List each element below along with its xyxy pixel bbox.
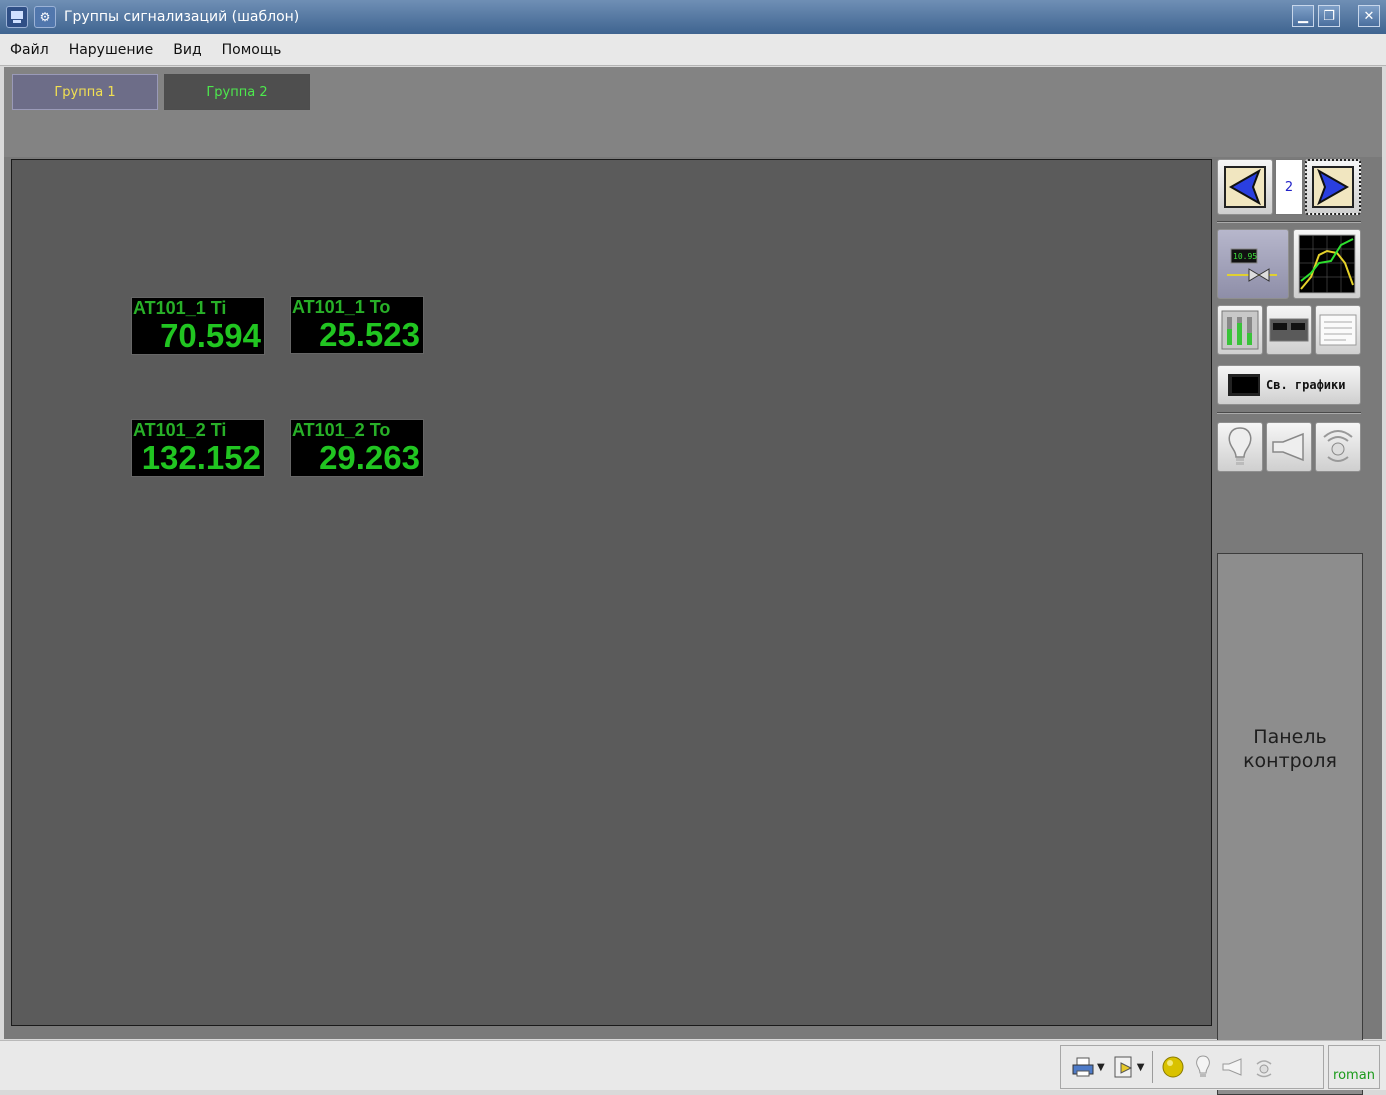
indicator-value: 70.594 [160,317,261,354]
indicator-label: AT101_2 Ti [133,420,227,440]
indicator-at101-2-to[interactable]: AT101_2 To 29.263 [290,419,424,477]
indicator-label: AT101_2 To [292,420,391,440]
window-title: Группы сигнализаций (шаблон) [64,9,300,25]
arrow-right-icon [1312,166,1354,208]
group-view-button[interactable] [1266,305,1312,355]
window-menu-icon[interactable]: ⚙ [34,6,56,28]
menu-violation[interactable]: Нарушение [69,42,154,58]
mini-display-value: 10.95 [1233,252,1257,261]
indicator-label: AT101_1 Ti [133,298,227,318]
menu-view[interactable]: Вид [173,42,201,58]
sound-icon [1323,430,1353,462]
print-button[interactable]: ▼ [1071,1056,1105,1078]
control-panel-label: Панель контроля [1243,726,1337,772]
trend-display-icon [1228,374,1260,396]
maximize-button[interactable]: ❐ [1318,5,1340,27]
panel-view-button[interactable] [1217,305,1263,355]
status-tools: ▼ ▼ [1060,1045,1324,1089]
work-area: Группа 1 Группа 2 AT101_1 Ti 70.594 AT10… [4,67,1382,1095]
quittance-horn-button[interactable] [1266,422,1312,472]
export-doc-icon [1114,1056,1132,1078]
tab-group-1[interactable]: Группа 1 [12,74,158,110]
horn-icon[interactable] [1221,1057,1245,1077]
page-number: 2 [1275,159,1303,215]
indicator-value: 132.152 [141,439,261,476]
chevron-down-icon[interactable]: ▼ [1137,1062,1145,1073]
indicator-at101-2-ti[interactable]: AT101_2 Ti 132.152 [131,419,265,477]
trend-view-button[interactable] [1293,229,1361,299]
mnemo-view-button[interactable]: 10.95 [1217,229,1289,299]
quittance-sound-button[interactable] [1315,422,1361,472]
trend-chart-icon [1298,234,1356,294]
prev-page-button[interactable] [1217,159,1273,215]
light-bulb-icon [1228,427,1252,465]
separator [1152,1051,1154,1083]
quittance-light-button[interactable] [1217,422,1263,472]
alarm-status-lamp-icon [1162,1056,1184,1078]
trends-button[interactable]: Св. графики [1217,365,1361,405]
indicator-at101-1-ti[interactable]: AT101_1 Ti 70.594 [131,297,265,355]
separator [1217,412,1361,414]
control-panel-area: Панель контроля [1217,553,1363,1095]
menu-file[interactable]: Файл [10,42,49,58]
mnemo-scheme-icon: 10.95 [1227,248,1277,282]
mnemo-scheme: AT101_1 Ti 70.594 AT101_1 To 25.523 AT10… [11,159,1212,1026]
user-name: roman [1333,1067,1375,1083]
document-view-button[interactable] [1315,305,1361,355]
printer-icon [1072,1057,1094,1077]
right-panel: 2 10.95 Св. графики Панель контроля [1215,159,1365,1095]
group-display-icon [1269,318,1309,342]
indicator-value: 29.263 [319,439,420,476]
indicator-value: 25.523 [319,316,420,353]
menu-help[interactable]: Помощь [222,42,282,58]
arrow-left-icon [1224,166,1266,208]
user-indicator[interactable]: roman [1328,1045,1380,1089]
group-tab-bar: Группа 1 Группа 2 [4,67,1382,157]
minimize-button[interactable]: ▁ [1292,5,1314,27]
close-button[interactable]: ✕ [1358,5,1380,27]
trends-button-label: Св. графики [1266,378,1346,392]
tab-group-2[interactable]: Группа 2 [164,74,310,110]
status-bar: ▼ ▼ roman [0,1040,1386,1090]
chevron-down-icon[interactable]: ▼ [1097,1062,1105,1073]
horn-icon [1272,432,1304,462]
document-icon [1319,314,1357,346]
sound-icon[interactable] [1253,1055,1275,1079]
export-button[interactable]: ▼ [1113,1055,1145,1079]
title-bar: ⚙ Группы сигнализаций (шаблон) ▁ ❐ ✕ [0,0,1386,34]
next-page-button[interactable] [1305,159,1361,215]
app-icon[interactable] [6,6,28,28]
indicator-label: AT101_1 To [292,297,391,317]
light-bulb-icon[interactable] [1193,1054,1213,1080]
indicator-at101-1-to[interactable]: AT101_1 To 25.523 [290,296,424,354]
separator [1217,221,1361,223]
control-panel-icon [1221,310,1259,350]
menu-bar: Файл Нарушение Вид Помощь [0,34,1386,66]
